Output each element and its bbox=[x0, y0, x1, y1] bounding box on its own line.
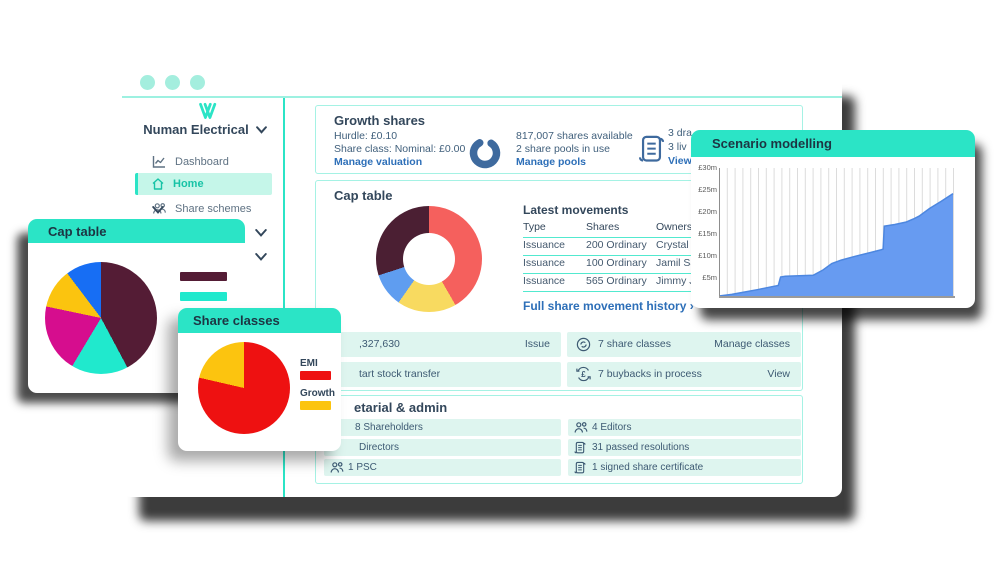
chevron-down-icon[interactable] bbox=[255, 228, 267, 238]
stock-transfer-tile[interactable]: tart stock transfer bbox=[328, 362, 561, 387]
section-title: Growth shares bbox=[334, 113, 425, 128]
psc-row: 1 PSC bbox=[324, 459, 561, 476]
marketing-composition: Numan Electrical Dashboard Home bbox=[0, 0, 1000, 563]
buybacks-count: 7 buybacks in process bbox=[598, 362, 702, 387]
y-tick: £10m bbox=[693, 251, 717, 261]
legend-swatch bbox=[300, 371, 331, 380]
sidebar-item-home[interactable]: Home bbox=[135, 173, 272, 195]
view-buybacks-action[interactable]: View bbox=[767, 362, 790, 387]
y-tick: £25m bbox=[693, 185, 717, 195]
y-tick: £15m bbox=[693, 229, 717, 239]
secretarial-admin-section: etarial & admin 8 Shareholders Directors… bbox=[315, 395, 803, 484]
legend-label: EMI bbox=[300, 358, 318, 369]
chevron-down-icon[interactable] bbox=[255, 252, 267, 262]
cycle-icon bbox=[576, 337, 591, 352]
donut-hole bbox=[403, 233, 455, 285]
window-control-dot[interactable] bbox=[140, 75, 155, 90]
legend-swatch bbox=[300, 401, 331, 410]
directors-row: Directors bbox=[324, 439, 561, 456]
sidebar-item-label: Dashboard bbox=[175, 151, 229, 173]
pools-in-use: 2 share pools in use bbox=[516, 143, 610, 156]
legend-swatch bbox=[180, 292, 227, 301]
progress-ring-icon bbox=[468, 136, 502, 170]
total-shares-value: ,327,630 bbox=[359, 332, 400, 357]
live-count: 3 liv bbox=[668, 141, 687, 154]
cap-table-pie-chart bbox=[45, 262, 157, 374]
col-type: Type bbox=[523, 219, 546, 236]
col-shares: Shares bbox=[586, 219, 619, 236]
sidebar-item-dashboard[interactable]: Dashboard bbox=[122, 151, 283, 173]
hurdle-value: Hurdle: £0.10 bbox=[334, 130, 397, 143]
section-title: etarial & admin bbox=[354, 400, 447, 415]
line-chart-icon bbox=[152, 155, 166, 168]
cap-table-donut-chart bbox=[376, 206, 482, 312]
manage-valuation-link[interactable]: Manage valuation bbox=[334, 156, 422, 169]
certificates-row: 1 signed share certificate bbox=[568, 459, 801, 476]
svg-text:£: £ bbox=[581, 370, 586, 379]
share-classes-tile: 7 share classes Manage classes bbox=[567, 332, 801, 357]
issue-action[interactable]: Issue bbox=[525, 332, 550, 357]
stock-transfer-label: tart stock transfer bbox=[359, 362, 440, 387]
window-title-bar bbox=[122, 68, 842, 98]
card-header: Scenario modelling bbox=[691, 130, 975, 157]
scroll-icon bbox=[574, 441, 586, 455]
manage-pools-link[interactable]: Manage pools bbox=[516, 156, 586, 169]
latest-movements-title: Latest movements bbox=[523, 203, 628, 217]
home-icon bbox=[151, 177, 165, 190]
people-icon bbox=[330, 461, 344, 474]
company-name: Numan Electrical bbox=[143, 122, 249, 137]
full-history-link[interactable]: Full share movement history › bbox=[523, 299, 694, 313]
scroll-icon bbox=[574, 461, 586, 475]
legend-label: Growth bbox=[300, 388, 335, 399]
resolutions-row: 31 passed resolutions bbox=[568, 439, 801, 456]
total-shares-tile: ,327,630 Issue bbox=[328, 332, 561, 357]
share-class-value: Share class: Nominal: £0.00 bbox=[334, 143, 465, 156]
shares-available: 817,007 shares available bbox=[516, 130, 633, 143]
drafts-count: 3 dra bbox=[668, 127, 692, 140]
people-icon bbox=[574, 421, 588, 434]
card-title: Scenario modelling bbox=[712, 136, 832, 151]
share-classes-card: Share classes EMI Growth bbox=[178, 308, 341, 451]
pound-cycle-icon: £ bbox=[575, 366, 592, 382]
window-control-dot[interactable] bbox=[165, 75, 180, 90]
section-title: Cap table bbox=[334, 188, 393, 203]
sidebar-item-label: Share schemes bbox=[175, 198, 251, 220]
y-tick: £20m bbox=[693, 207, 717, 217]
buybacks-tile: £ 7 buybacks in process View bbox=[567, 362, 801, 387]
shareholders-row: 8 Shareholders bbox=[324, 419, 561, 436]
scroll-icon bbox=[638, 133, 665, 166]
legend-swatch bbox=[180, 272, 227, 281]
company-selector[interactable]: Numan Electrical bbox=[130, 122, 280, 137]
sidebar-item-share-schemes[interactable]: Share schemes bbox=[122, 198, 283, 220]
card-header: Share classes bbox=[178, 308, 341, 333]
chevron-down-icon[interactable] bbox=[152, 205, 164, 215]
y-tick: £30m bbox=[693, 163, 717, 173]
chevron-down-icon bbox=[256, 126, 267, 134]
sidebar-item-label: Home bbox=[173, 173, 204, 195]
window-control-dot[interactable] bbox=[190, 75, 205, 90]
y-tick: £5m bbox=[693, 273, 717, 283]
card-title: Cap table bbox=[48, 224, 107, 239]
share-classes-pie-chart bbox=[198, 342, 290, 434]
editors-row: 4 Editors bbox=[568, 419, 801, 436]
view-link[interactable]: View bbox=[668, 155, 692, 168]
card-header: Cap table bbox=[28, 219, 245, 243]
share-classes-count: 7 share classes bbox=[598, 332, 671, 357]
scenario-modelling-card: Scenario modelling £30m £25m £20m £15m £… bbox=[691, 130, 975, 308]
scenario-area-chart bbox=[719, 168, 955, 298]
manage-classes-action[interactable]: Manage classes bbox=[714, 332, 790, 357]
card-title: Share classes bbox=[193, 313, 280, 328]
col-owners: Owners bbox=[656, 219, 692, 236]
